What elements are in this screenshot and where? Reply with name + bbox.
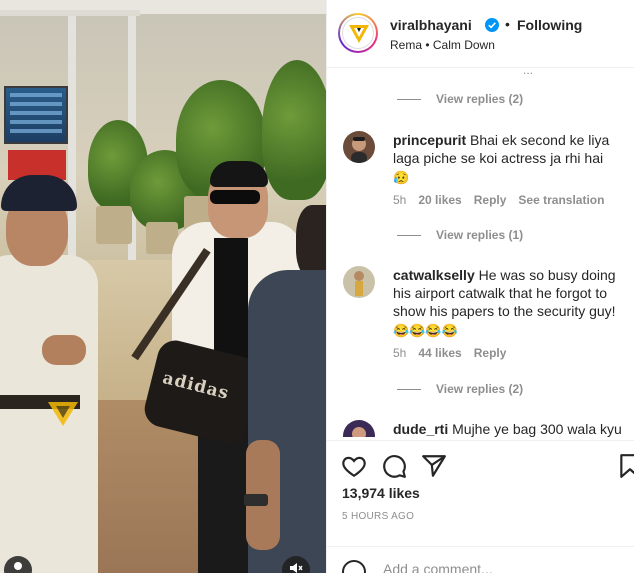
view-replies-label: View replies (2)	[436, 92, 524, 106]
comment-time: 5h	[393, 193, 407, 207]
author-avatar[interactable]	[338, 13, 378, 53]
reply-button[interactable]: Reply	[474, 193, 507, 207]
view-replies-button[interactable]: View replies (2)	[397, 380, 523, 398]
commenter-avatar[interactable]	[343, 266, 375, 298]
author-username[interactable]: viralbhayani	[390, 17, 472, 33]
comment-likes[interactable]: 20 likes	[418, 193, 461, 207]
view-replies-label: View replies (1)	[436, 228, 524, 242]
view-replies-button[interactable]: View replies (1)	[397, 226, 523, 244]
flight-info-screen	[4, 86, 68, 144]
bookmark-icon[interactable]	[617, 453, 634, 479]
plant-pot	[96, 206, 132, 244]
comment-time: 5h	[393, 346, 407, 360]
comment-bubble-icon[interactable]	[381, 453, 407, 479]
sunglasses	[210, 190, 260, 204]
foreground-man-head	[296, 205, 326, 280]
commenter-avatar[interactable]	[343, 420, 375, 437]
comment-meta: 5h 44 likes Reply	[393, 346, 506, 360]
comment-username[interactable]: princepurit	[393, 132, 466, 148]
audio-track-link[interactable]: Rema • Calm Down	[390, 38, 495, 52]
comment-text: Mujhe ye bag 300 wala kyu	[452, 421, 622, 437]
heart-icon[interactable]	[341, 453, 367, 479]
verified-badge-icon	[485, 18, 499, 32]
smiley-icon[interactable]	[342, 560, 366, 573]
commenter-avatar[interactable]	[343, 131, 375, 163]
comments-list[interactable]: ... View replies (2) princepurit Bhai ek…	[327, 69, 634, 437]
like-count[interactable]: 13,974 likes	[342, 485, 420, 501]
door-frame	[0, 10, 140, 16]
watermark-logo-icon	[48, 402, 78, 426]
wrist-watch	[244, 494, 268, 506]
post-side-panel: viralbhayani • Following Rema • Calm Dow…	[326, 0, 634, 573]
following-button[interactable]: Following	[517, 17, 582, 33]
see-translation-button[interactable]: See translation	[518, 193, 604, 207]
comment-likes[interactable]: 44 likes	[418, 346, 461, 360]
paper-plane-icon[interactable]	[421, 453, 447, 479]
separator-dot: •	[505, 16, 510, 32]
comment-username[interactable]: dude_rti	[393, 421, 448, 437]
view-replies-button[interactable]: View replies (2)	[397, 90, 523, 108]
celebrity-hair	[210, 161, 268, 187]
comment-emoji: 😂😂😂😂	[393, 323, 458, 338]
comment-composer	[327, 546, 634, 573]
view-replies-label: View replies (2)	[436, 382, 524, 396]
reply-button[interactable]: Reply	[474, 346, 507, 360]
post-video[interactable]: adidas	[0, 0, 326, 573]
comment-emoji: 😥	[393, 170, 410, 185]
post-timestamp[interactable]: 5 HOURS AGO	[342, 511, 414, 522]
comment-meta: 5h 20 likes Reply See translation	[393, 193, 604, 207]
officer-hand	[42, 335, 86, 365]
comment-input[interactable]	[383, 561, 593, 573]
comment-username[interactable]: catwalkselly	[393, 267, 475, 283]
brand-v-logo-icon	[349, 25, 369, 43]
potted-plant	[262, 60, 326, 200]
post-header: viralbhayani • Following Rema • Calm Dow…	[327, 0, 634, 68]
clipped-comment-text: ...	[523, 69, 534, 77]
